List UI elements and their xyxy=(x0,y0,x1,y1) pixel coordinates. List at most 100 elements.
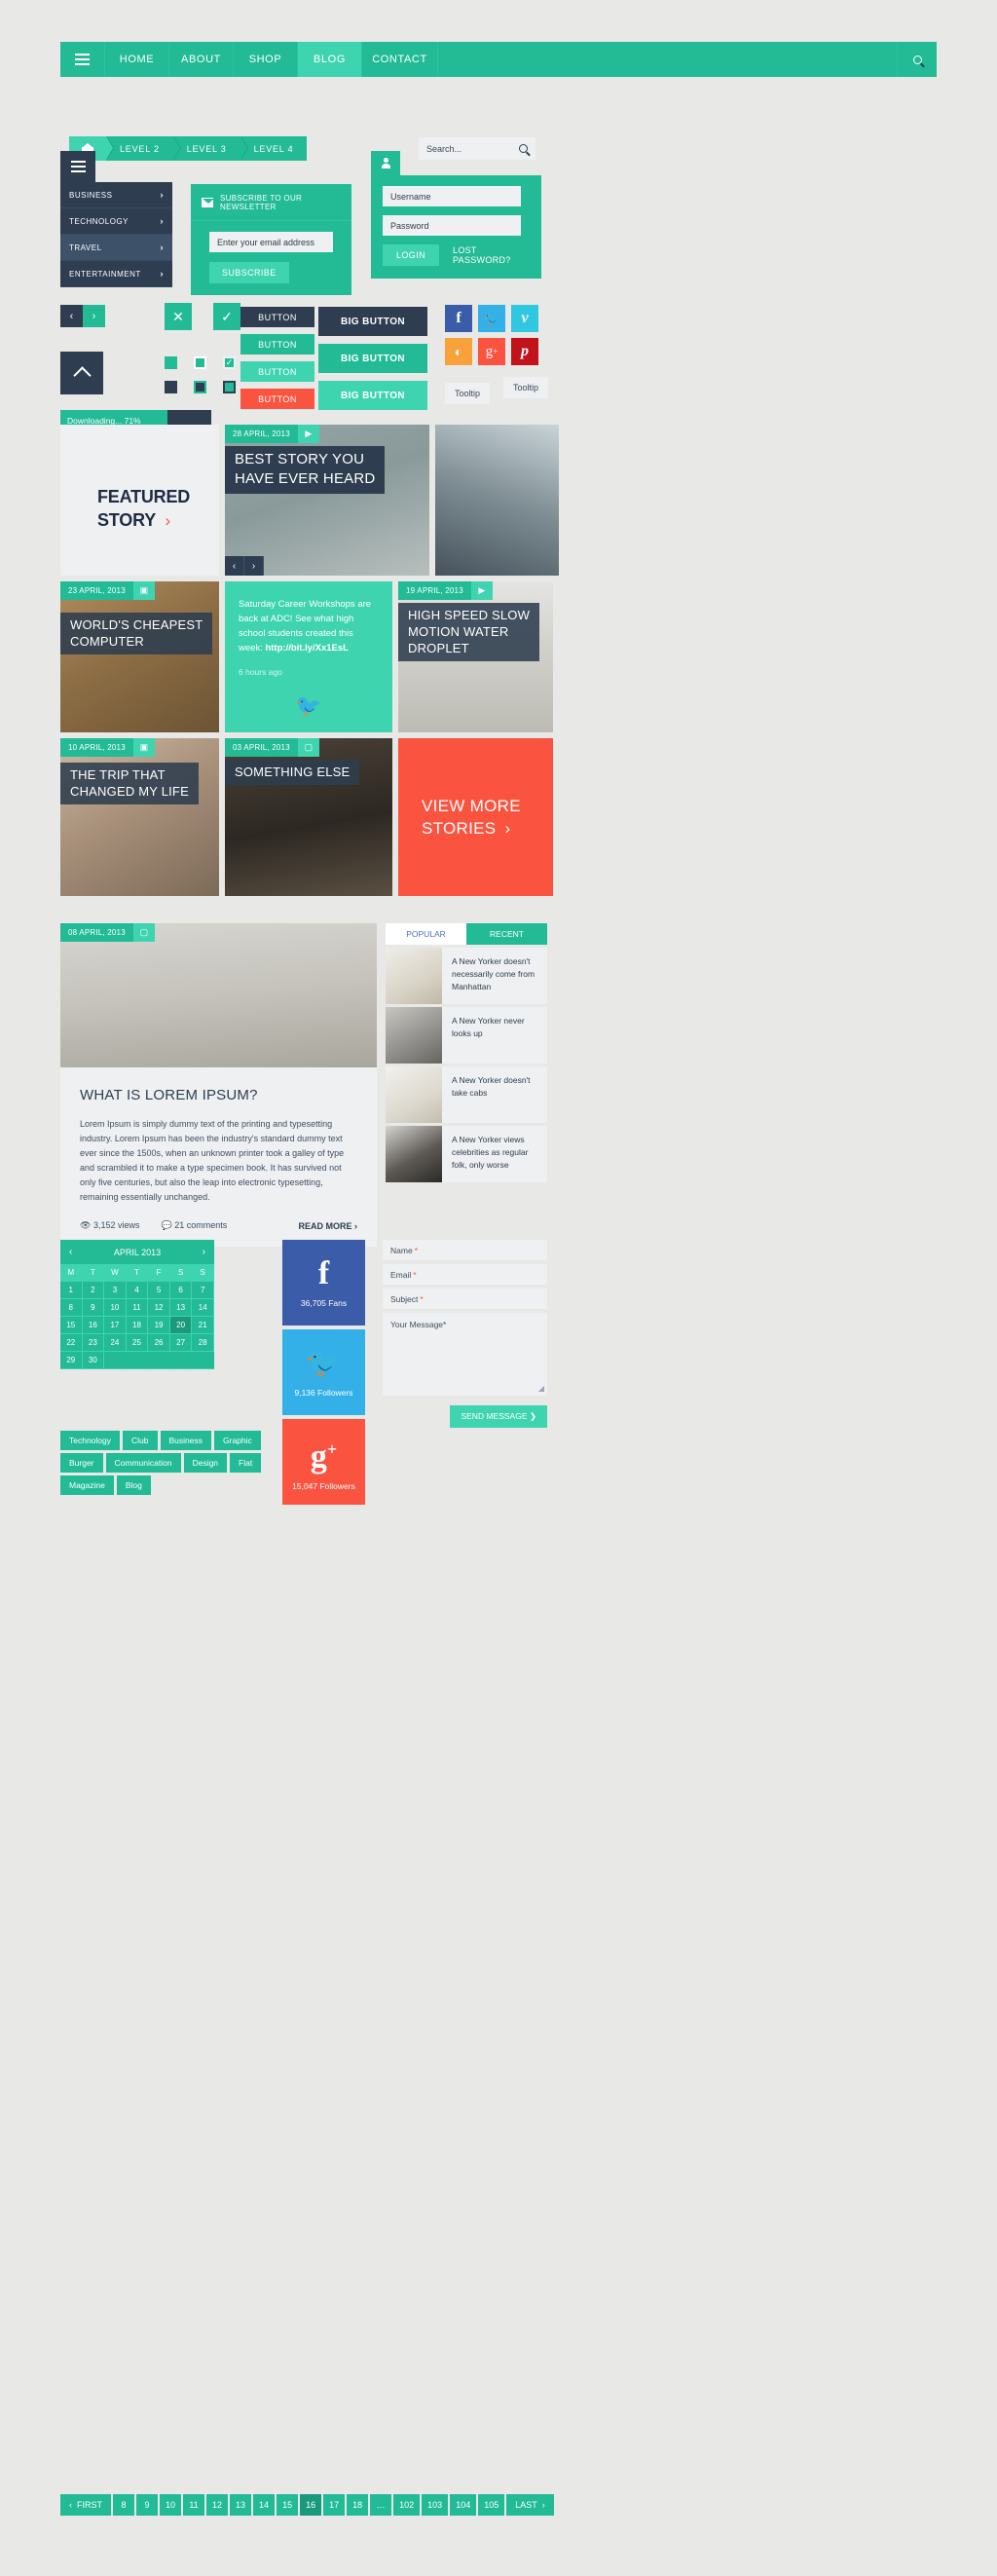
pagination-page-12[interactable]: 12 xyxy=(206,2494,229,2516)
list-item[interactable]: A New Yorker doesn't take cabs xyxy=(386,1066,547,1123)
rss-icon[interactable]: ◐ xyxy=(445,338,472,365)
email-field[interactable]: Email * xyxy=(383,1264,547,1285)
calendar-day-11[interactable]: 11 xyxy=(126,1299,149,1317)
calendar-day-15[interactable]: 15 xyxy=(60,1317,83,1334)
nav-hamburger-button[interactable] xyxy=(60,42,105,77)
tag-burger[interactable]: Burger xyxy=(60,1453,103,1473)
pager-next-button[interactable]: › xyxy=(83,305,105,327)
button-dark[interactable]: BUTTON xyxy=(240,307,314,327)
list-item[interactable]: A New Yorker doesn't necessarily come fr… xyxy=(386,948,547,1004)
calendar-day-27[interactable]: 27 xyxy=(169,1334,193,1352)
subject-field[interactable]: Subject * xyxy=(383,1288,547,1309)
calendar-day-1[interactable]: 1 xyxy=(60,1282,83,1299)
facebook-icon[interactable]: f xyxy=(445,305,472,332)
pager-prev-button[interactable]: ‹ xyxy=(60,305,83,327)
card-best-story[interactable]: 28 APRIL, 2013 ▶ BEST STORY YOU HAVE EVE… xyxy=(225,425,429,576)
tag-design[interactable]: Design xyxy=(183,1453,228,1473)
calendar-day-30[interactable]: 30 xyxy=(82,1352,105,1369)
pagination-page-14[interactable]: 14 xyxy=(253,2494,276,2516)
article-image[interactable]: 08 APRIL, 2013 ▢ xyxy=(60,923,377,1067)
login-tab[interactable] xyxy=(371,151,400,175)
pagination-page-11[interactable]: 11 xyxy=(183,2494,205,2516)
card-something-else[interactable]: 03 APRIL, 2013 ▢ SOMETHING ELSE xyxy=(225,738,392,896)
card-water-droplet[interactable]: 19 APRIL, 2013 ▶ HIGH SPEED SLOW MOTION … xyxy=(398,581,553,732)
close-button[interactable]: ✕ xyxy=(165,303,192,330)
calendar-day-22[interactable]: 22 xyxy=(60,1334,83,1352)
card-best-story-photo[interactable] xyxy=(435,425,559,576)
card-cheapest-computer[interactable]: 23 APRIL, 2013 ▣ WORLD'S CHEAPEST COMPUT… xyxy=(60,581,219,732)
button-green[interactable]: BUTTON xyxy=(240,334,314,355)
sidebar-item-entertainment[interactable]: ENTERTAINMENT › xyxy=(60,261,172,287)
calendar-day-3[interactable]: 3 xyxy=(104,1282,127,1299)
pagination-page-104[interactable]: 104 xyxy=(450,2494,477,2516)
nav-item-contact[interactable]: CONTACT xyxy=(362,42,438,77)
tab-popular[interactable]: POPULAR xyxy=(386,923,466,945)
calendar-day-24[interactable]: 24 xyxy=(104,1334,127,1352)
facebook-counter[interactable]: f 36,705 Fans xyxy=(282,1240,365,1325)
pagination-page-8[interactable]: 8 xyxy=(113,2494,134,2516)
login-button[interactable]: LOGIN xyxy=(383,244,440,266)
calendar-day-7[interactable]: 7 xyxy=(192,1282,214,1299)
featured-story-card[interactable]: FEATURED STORY › xyxy=(60,425,219,576)
tag-magazine[interactable]: Magazine xyxy=(60,1475,114,1495)
checkbox-dark-inner[interactable] xyxy=(194,381,206,393)
pagination-page-…[interactable]: … xyxy=(370,2494,392,2516)
big-button-light-green[interactable]: BIG BUTTON xyxy=(318,381,427,410)
big-button-green[interactable]: BIG BUTTON xyxy=(318,344,427,373)
breadcrumb-level-4[interactable]: LEVEL 4 xyxy=(240,136,308,161)
pagination-page-16[interactable]: 16 xyxy=(300,2494,322,2516)
googleplus-counter[interactable]: g+ 15,047 Followers xyxy=(282,1419,365,1505)
pagination-page-105[interactable]: 105 xyxy=(478,2494,505,2516)
send-message-button[interactable]: SEND MESSAGE ❯ xyxy=(450,1405,547,1428)
tag-blog[interactable]: Blog xyxy=(116,1475,151,1495)
googleplus-icon[interactable]: g + xyxy=(478,338,505,365)
calendar-day-23[interactable]: 23 xyxy=(82,1334,105,1352)
nav-item-home[interactable]: HOME xyxy=(105,42,169,77)
lost-password-link[interactable]: LOST PASSWORD? xyxy=(453,245,530,265)
calendar-day-25[interactable]: 25 xyxy=(126,1334,149,1352)
breadcrumb-level-3[interactable]: LEVEL 3 xyxy=(172,136,248,161)
sidebar-item-technology[interactable]: TECHNOLOGY › xyxy=(60,208,172,235)
calendar-day-14[interactable]: 14 xyxy=(192,1299,214,1317)
calendar-day-21[interactable]: 21 xyxy=(192,1317,214,1334)
sidebar-item-travel[interactable]: TRAVEL › xyxy=(60,235,172,261)
nav-item-about[interactable]: ABOUT xyxy=(169,42,234,77)
calendar-next-button[interactable]: › xyxy=(203,1247,205,1257)
pagination-page-15[interactable]: 15 xyxy=(277,2494,299,2516)
message-textarea[interactable]: Your Message* ◢ xyxy=(383,1313,547,1396)
button-light-green[interactable]: BUTTON xyxy=(240,361,314,382)
calendar-day-29[interactable]: 29 xyxy=(60,1352,83,1369)
checkbox-filled[interactable] xyxy=(165,356,177,369)
tweet-link[interactable]: http://bit.ly/Xx1EsL xyxy=(265,643,349,653)
calendar-day-10[interactable]: 10 xyxy=(104,1299,127,1317)
twitter-icon[interactable]: 🐦 xyxy=(478,305,505,332)
resize-grip-icon[interactable]: ◢ xyxy=(538,1384,544,1393)
calendar-day-9[interactable]: 9 xyxy=(82,1299,105,1317)
calendar-day-20[interactable]: 20 xyxy=(169,1317,193,1334)
pagination-page-102[interactable]: 102 xyxy=(393,2494,421,2516)
calendar-day-19[interactable]: 19 xyxy=(148,1317,170,1334)
calendar-day-8[interactable]: 8 xyxy=(60,1299,83,1317)
tag-technology[interactable]: Technology xyxy=(60,1431,121,1450)
tag-graphic[interactable]: Graphic xyxy=(214,1431,261,1450)
card-view-more[interactable]: VIEW MORE STORIES › xyxy=(398,738,553,896)
calendar-day-13[interactable]: 13 xyxy=(169,1299,193,1317)
checkbox-outline[interactable] xyxy=(194,356,206,369)
pagination-page-10[interactable]: 10 xyxy=(160,2494,182,2516)
calendar-day-17[interactable]: 17 xyxy=(104,1317,127,1334)
tag-communication[interactable]: Communication xyxy=(105,1453,181,1473)
calendar-day-16[interactable]: 16 xyxy=(82,1317,105,1334)
password-field[interactable] xyxy=(383,215,521,236)
confirm-button[interactable]: ✓ xyxy=(213,303,240,330)
list-item[interactable]: A New Yorker never looks up xyxy=(386,1007,547,1064)
calendar-day-26[interactable]: 26 xyxy=(148,1334,170,1352)
tag-club[interactable]: Club xyxy=(123,1431,158,1450)
tag-flat[interactable]: Flat xyxy=(230,1453,262,1473)
calendar-day-28[interactable]: 28 xyxy=(192,1334,214,1352)
big-button-dark[interactable]: BIG BUTTON xyxy=(318,307,427,336)
button-red[interactable]: BUTTON xyxy=(240,389,314,409)
calendar-day-2[interactable]: 2 xyxy=(82,1282,105,1299)
card-tweet[interactable]: Saturday Career Workshops are back at AD… xyxy=(225,581,392,732)
slider-prev-button[interactable]: ‹ xyxy=(225,556,244,576)
username-field[interactable] xyxy=(383,186,521,206)
